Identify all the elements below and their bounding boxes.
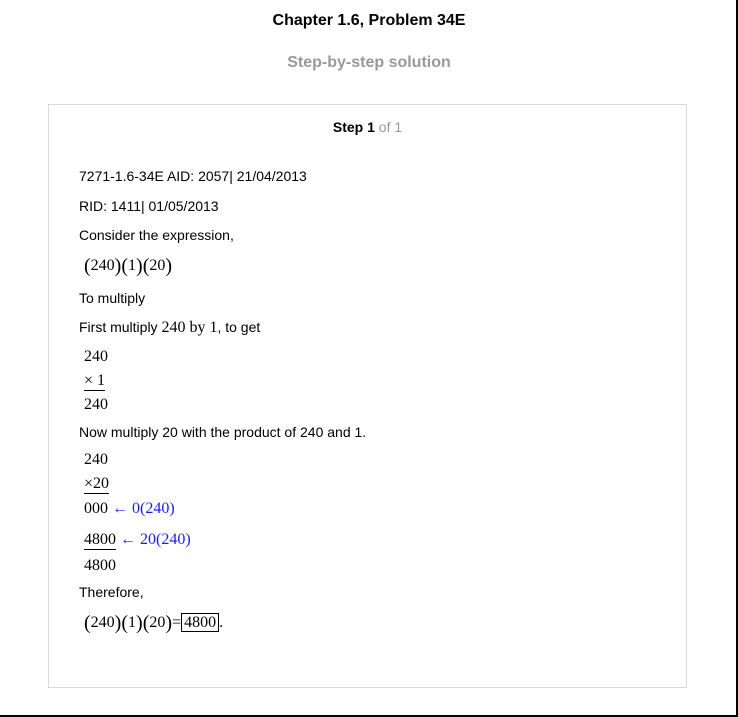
first-multiply-prefix: First multiply: [79, 319, 162, 335]
first-multiply-suffix: , to get: [217, 319, 261, 335]
step-word: Step: [332, 119, 364, 135]
page-subtitle: Step-by-step solution: [287, 54, 451, 71]
mult2-partial2: 4800 ← 20(240): [84, 531, 191, 550]
solution-card: Step 1 of 1 7271-1.6-34E AID: 2057| 21/0…: [48, 104, 687, 688]
first-multiply-line: First multiply 240 by 1, to get: [79, 319, 260, 337]
mult2-result: 4800: [84, 557, 116, 574]
mult1-second: × 1: [84, 372, 106, 391]
partial1-annotation: ← 0(240): [112, 500, 175, 517]
first-multiply-math: 240 by 1: [161, 319, 218, 336]
final-expression-math: (240)(1)(20)= 4800.: [84, 612, 224, 634]
step-total: of 1: [374, 119, 403, 135]
rid-line: RID: 1411| 01/05/2013: [79, 198, 219, 214]
now-multiply-text: Now multiply 20 with the product of 240 …: [79, 424, 367, 440]
expression-math: (240)(1)(20): [84, 255, 173, 277]
mult2-partial1: 000 ← 0(240): [84, 500, 175, 517]
mult2-top: 240: [84, 451, 108, 468]
mult1-top: 240: [84, 348, 108, 365]
partial2-annotation: ← 20(240): [120, 531, 191, 548]
mult2-second: ×20: [84, 475, 110, 494]
final-answer-box: 4800: [181, 613, 220, 632]
step-header: Step 1 of 1: [49, 119, 686, 135]
page-title: Chapter 1.6, Problem 34E: [272, 12, 466, 29]
step-number: 1: [367, 119, 375, 135]
consider-text: Consider the expression,: [79, 227, 234, 243]
aid-line: 7271-1.6-34E AID: 2057| 21/04/2013: [79, 168, 307, 184]
mult1-result: 240: [84, 396, 108, 413]
to-multiply-text: To multiply: [79, 290, 146, 306]
therefore-text: Therefore,: [79, 584, 144, 600]
